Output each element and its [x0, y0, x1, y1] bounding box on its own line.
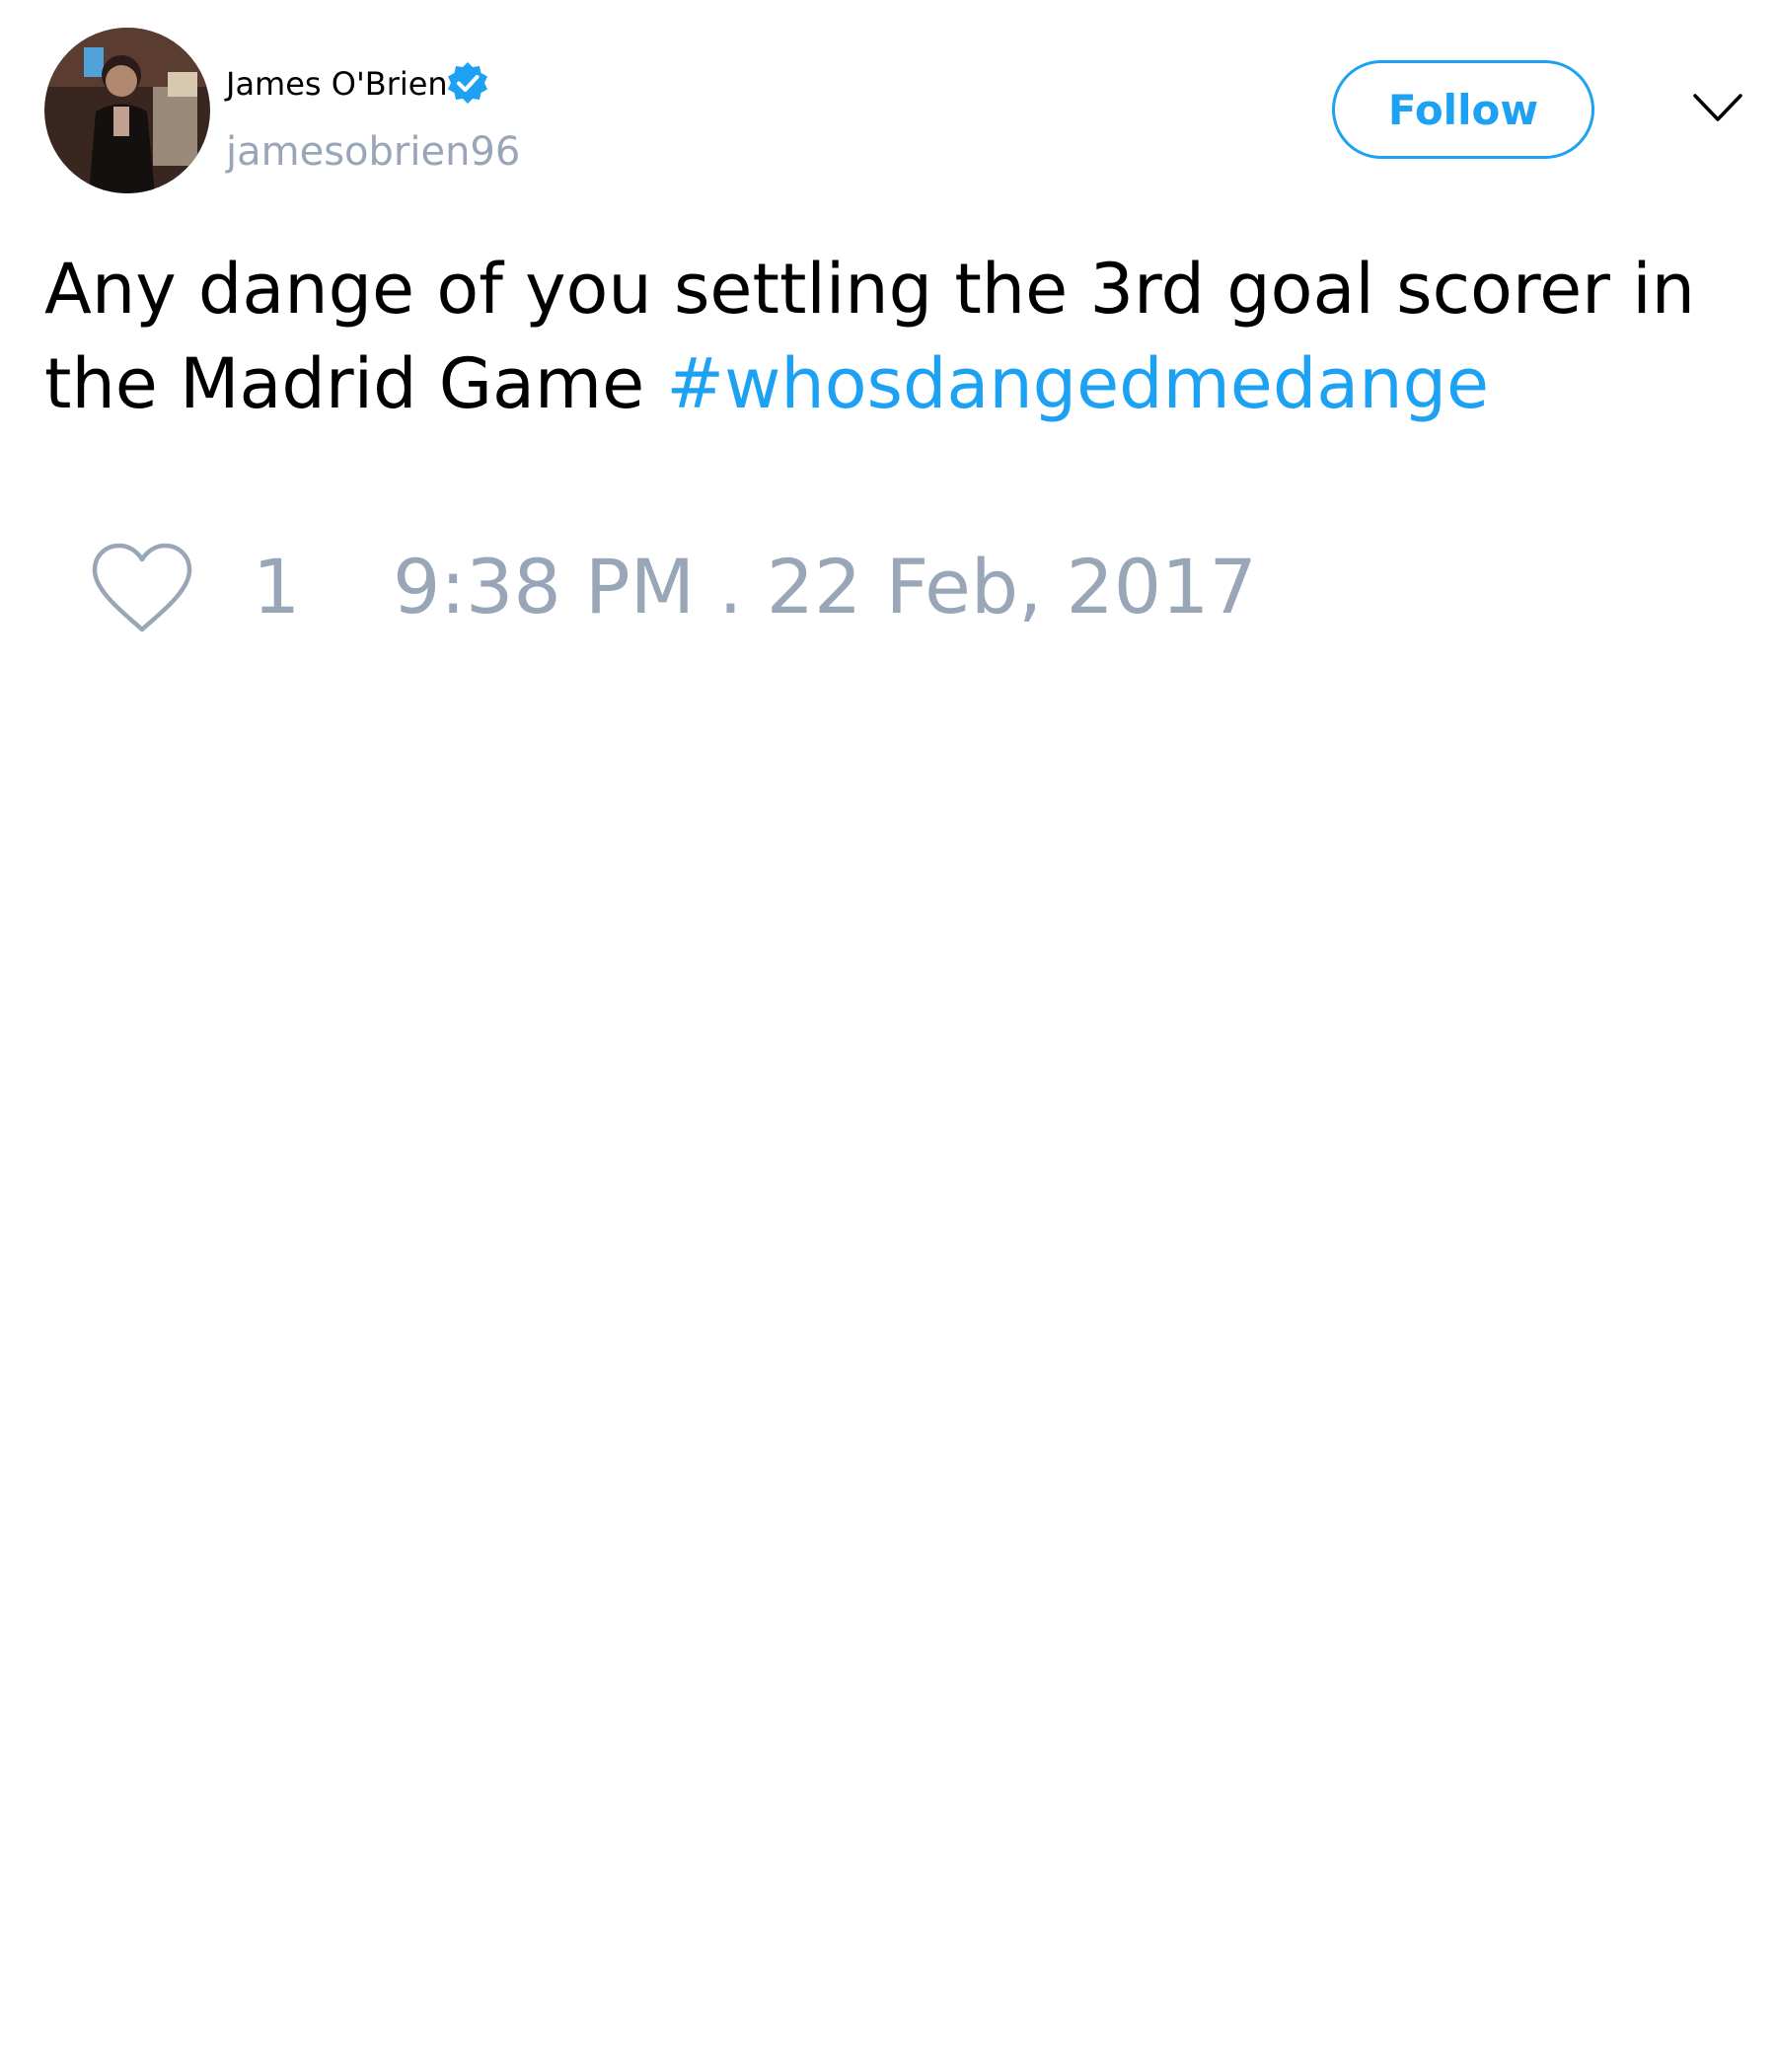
- like-count: 1: [253, 543, 301, 630]
- tweet-card: James O'Brien jamesobrien96 Follow Any d…: [0, 0, 1776, 2072]
- avatar[interactable]: [44, 28, 210, 193]
- author-name[interactable]: James O'Brien: [226, 64, 448, 104]
- avatar-photo: [44, 28, 210, 193]
- chevron-down-icon[interactable]: [1692, 91, 1743, 126]
- tweet-text: Any dange of you settling the 3rd goal s…: [44, 242, 1741, 431]
- hashtag-link[interactable]: #whosdangedmedange: [666, 343, 1489, 424]
- author-handle[interactable]: jamesobrien96: [226, 128, 520, 176]
- heart-icon[interactable]: [89, 541, 195, 635]
- tweet-timestamp[interactable]: 9:38 PM . 22 Feb, 2017: [393, 543, 1257, 631]
- follow-button[interactable]: Follow: [1332, 60, 1594, 159]
- verified-badge-icon: [448, 62, 487, 104]
